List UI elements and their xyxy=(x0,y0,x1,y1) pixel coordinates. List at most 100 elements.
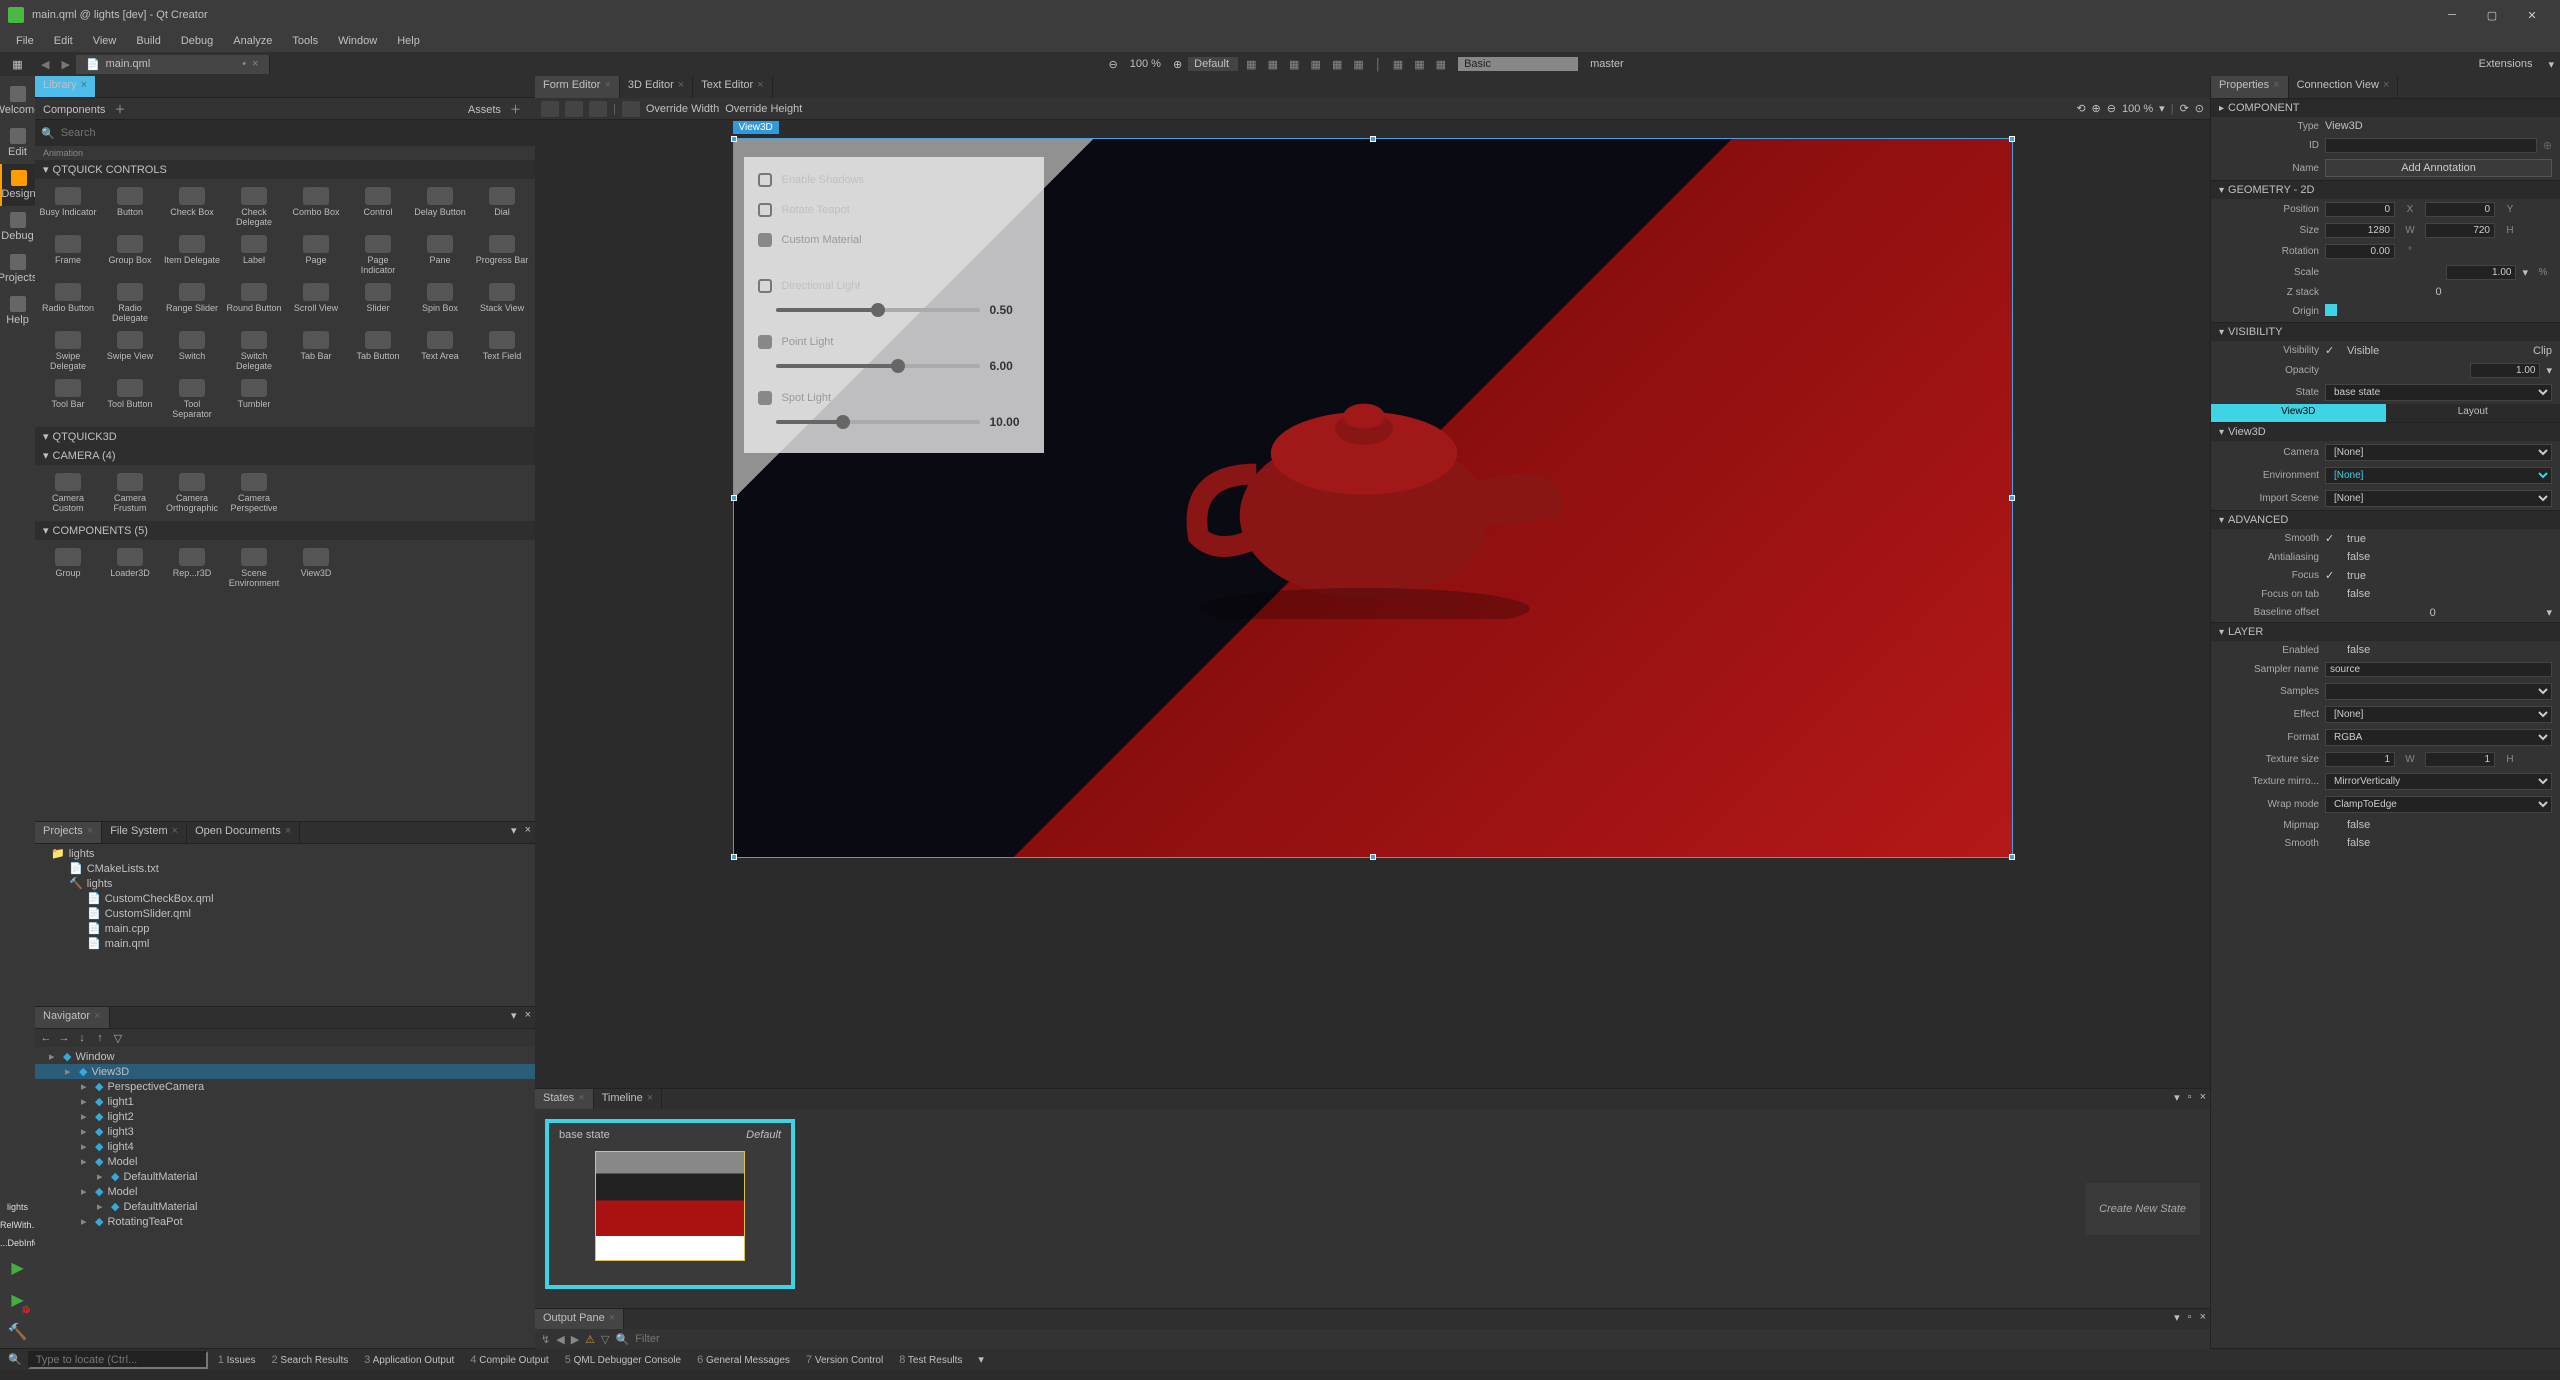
menu-analyze[interactable]: Analyze xyxy=(223,33,282,49)
samples-select[interactable] xyxy=(2325,683,2552,700)
component-item[interactable]: Swipe Delegate xyxy=(37,327,99,375)
baseline-dd-icon[interactable]: ▾ xyxy=(2546,606,2552,619)
component-item[interactable]: Tool Button xyxy=(99,375,161,423)
component-item[interactable]: Check Delegate xyxy=(223,183,285,231)
layout-subtab[interactable]: Layout xyxy=(2386,404,2560,422)
nav-down-icon[interactable]: ↓ xyxy=(75,1032,89,1044)
directional-light-slider[interactable]: 0.50 xyxy=(758,301,1030,327)
component-item[interactable]: Progress Bar xyxy=(471,231,533,279)
menu-build[interactable]: Build xyxy=(126,33,170,49)
component-item[interactable]: Pane xyxy=(409,231,471,279)
component-item[interactable]: Radio Delegate xyxy=(99,279,161,327)
states-close-icon[interactable]: × xyxy=(2196,1089,2210,1109)
states-tab[interactable]: States× xyxy=(535,1089,594,1109)
expand-icon[interactable]: ▸ xyxy=(97,1170,107,1183)
project-tree-item[interactable]: 📁lights xyxy=(35,846,535,861)
view3d-section[interactable]: ▾ View3D xyxy=(2211,422,2560,441)
spot-light-slider[interactable]: 10.00 xyxy=(758,413,1030,439)
geometry-section[interactable]: ▾ GEOMETRY - 2D xyxy=(2211,180,2560,199)
component-item[interactable]: Tool Bar xyxy=(37,375,99,423)
component-item[interactable]: Text Area xyxy=(409,327,471,375)
component-item[interactable]: Delay Button xyxy=(409,183,471,231)
component-item[interactable]: Dial xyxy=(471,183,533,231)
projects-close-icon[interactable]: × xyxy=(521,822,535,843)
navigator-tab[interactable]: Navigator× xyxy=(35,1007,110,1028)
expand-icon[interactable]: ▸ xyxy=(65,1065,75,1078)
file-tab-main-qml[interactable]: 📄 main.qml • × xyxy=(76,55,270,74)
library-section-header[interactable]: ▾COMPONENTS (5) xyxy=(35,521,535,540)
expand-icon[interactable]: ▸ xyxy=(81,1095,91,1108)
pos-y-input[interactable] xyxy=(2425,202,2495,217)
texsize-w-input[interactable] xyxy=(2325,752,2395,767)
override-width[interactable]: Override Width xyxy=(646,103,719,115)
zoom-dd-icon[interactable]: ▾ xyxy=(2159,102,2165,115)
canvas-zoom[interactable]: 100 % xyxy=(2122,103,2153,115)
component-item[interactable]: Text Field xyxy=(471,327,533,375)
origin-picker[interactable] xyxy=(2325,304,2337,316)
project-tree-item[interactable]: 📄CustomSlider.qml xyxy=(35,906,535,921)
navigator-item[interactable]: ▸◆RotatingTeaPot xyxy=(35,1214,535,1229)
nav-forward-icon[interactable]: ▶ xyxy=(55,58,75,71)
size-h-input[interactable] xyxy=(2425,223,2495,238)
project-tree-item[interactable]: 📄CMakeLists.txt xyxy=(35,861,535,876)
navigator-item[interactable]: ▸◆light1 xyxy=(35,1094,535,1109)
component-item[interactable]: Stack View xyxy=(471,279,533,327)
advanced-section[interactable]: ▾ ADVANCED xyxy=(2211,510,2560,529)
output-filter-input[interactable] xyxy=(635,1333,2204,1345)
status-output-item[interactable]: 4 Compile Output xyxy=(462,1354,556,1366)
rotation-input[interactable] xyxy=(2325,244,2395,259)
output-prev-icon[interactable]: ◀ xyxy=(556,1333,564,1346)
rotate-teapot-checkbox[interactable]: Rotate Teapot xyxy=(758,195,1030,225)
expand-icon[interactable]: ▸ xyxy=(49,1050,59,1063)
layer-section[interactable]: ▾ LAYER xyxy=(2211,622,2560,641)
component-item[interactable]: Tumbler xyxy=(223,375,285,423)
run-debug-button[interactable]: ▶🐞 xyxy=(0,1284,35,1316)
locator-icon[interactable]: 🔍 xyxy=(4,1353,26,1366)
reset-icon[interactable]: ⊙ xyxy=(2195,102,2204,115)
create-new-state-button[interactable]: Create New State xyxy=(2085,1183,2200,1235)
zoom-level[interactable]: 100 % xyxy=(1122,58,1169,70)
component-item[interactable]: Group xyxy=(37,544,99,592)
component-item[interactable]: Group Box xyxy=(99,231,161,279)
snap-anchor-icon[interactable] xyxy=(589,101,607,117)
point-light-slider[interactable]: 6.00 xyxy=(758,357,1030,383)
component-item[interactable]: Label xyxy=(223,231,285,279)
states-collapse-icon[interactable]: ▾ xyxy=(2170,1089,2184,1109)
no-snap-icon[interactable] xyxy=(541,101,559,117)
texsize-h-input[interactable] xyxy=(2425,752,2495,767)
component-item[interactable]: Button xyxy=(99,183,161,231)
component-item[interactable]: Tab Button xyxy=(347,327,409,375)
component-item[interactable]: Camera Custom xyxy=(37,469,99,517)
component-item[interactable]: Frame xyxy=(37,231,99,279)
component-item[interactable]: Tool Separator xyxy=(161,375,223,423)
nav-back-icon[interactable]: ◀ xyxy=(35,58,55,71)
mode-edit[interactable]: Edit xyxy=(0,122,35,164)
resize-handle-nw[interactable] xyxy=(731,136,737,142)
override-height[interactable]: Override Height xyxy=(725,103,802,115)
toolbar-r2-icon[interactable]: ⊕ xyxy=(2092,102,2101,115)
component-item[interactable]: Item Delegate xyxy=(161,231,223,279)
project-tree-item[interactable]: 🔨lights xyxy=(35,876,535,891)
opacity-input[interactable] xyxy=(2470,363,2540,378)
library-tab-close-icon[interactable]: × xyxy=(81,79,87,91)
component-item[interactable]: Scene Environment xyxy=(223,544,285,592)
resize-handle-s[interactable] xyxy=(1370,854,1376,860)
extensions-icon[interactable]: ▾ xyxy=(2542,58,2560,71)
component-item[interactable]: Spin Box xyxy=(409,279,471,327)
navigator-item[interactable]: ▸◆DefaultMaterial xyxy=(35,1199,535,1214)
menu-file[interactable]: File xyxy=(6,33,44,49)
scale-dd-icon[interactable]: ▾ xyxy=(2522,266,2528,279)
status-output-item[interactable]: 8 Test Results xyxy=(891,1354,970,1366)
resize-handle-sw[interactable] xyxy=(731,854,737,860)
component-item[interactable]: Camera Perspective xyxy=(223,469,285,517)
resize-handle-n[interactable] xyxy=(1370,136,1376,142)
import-scene-select[interactable]: [None] xyxy=(2325,490,2552,507)
baseline-value[interactable]: 0 xyxy=(2325,607,2540,619)
mode-design[interactable]: Design xyxy=(0,164,35,206)
navigator-item[interactable]: ▸◆light3 xyxy=(35,1124,535,1139)
format-select[interactable]: RGBA xyxy=(2325,729,2552,746)
toolbar-r3-icon[interactable]: ⊖ xyxy=(2107,102,2116,115)
timeline-tab[interactable]: Timeline× xyxy=(594,1089,663,1109)
expand-icon[interactable]: ▸ xyxy=(81,1110,91,1123)
status-output-item[interactable]: 3 Application Output xyxy=(356,1354,462,1366)
